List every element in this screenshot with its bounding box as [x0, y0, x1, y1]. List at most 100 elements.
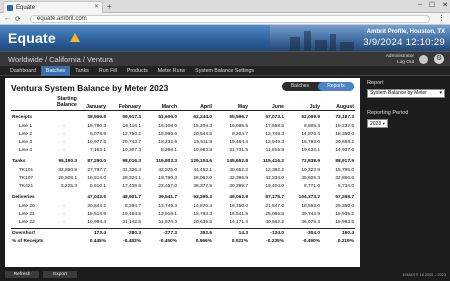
table-row[interactable]: Line 4 - 7,163.1 10,307.3 8,268.1 10,983.8 21,… [5, 148, 360, 157]
table-cell: 15,204.3 [193, 124, 212, 129]
table-cell: 14.3 [238, 231, 248, 236]
user-avatar-icon[interactable] [419, 55, 428, 64]
table-cell: 19,464.5 [122, 212, 141, 217]
row-label: Line 2 [19, 132, 33, 137]
browser-tab-title: Equate [16, 4, 36, 11]
maximize-icon[interactable]: ☐ [429, 1, 435, 9]
table-cell: 11,815.9 [265, 148, 284, 153]
total-divider [11, 228, 355, 229]
toggle-reports[interactable]: Reports [318, 82, 354, 91]
row-label: Line 1 [19, 124, 33, 129]
close-window-icon[interactable]: ✕ [442, 1, 448, 9]
table-cell: 40,562.2 [265, 220, 284, 225]
table-cell: 12,382.2 [265, 168, 284, 173]
table-cell: -277.3 [163, 231, 177, 236]
logout-link[interactable]: Log Out [386, 60, 414, 66]
table-cell: - [63, 220, 65, 225]
table-cell: 38,569.8 [87, 115, 106, 120]
row-label: Line 4 [19, 148, 33, 153]
table-cell: 26,508.1 [58, 176, 77, 181]
row-label: TK421 [19, 184, 34, 189]
browser-titlebar: Equate ✕ + – ☐ ✕ [0, 0, 450, 13]
app-logo[interactable]: Equate [8, 30, 80, 46]
period-select[interactable]: 2023 ▾ [367, 119, 388, 128]
table-cell: 23,457.0 [158, 184, 177, 189]
table-cell: 16,116.1 [122, 124, 141, 129]
table-cell: 15,790.3 [87, 124, 106, 129]
tab-run-fill[interactable]: Run Fill [94, 66, 122, 76]
table-row[interactable]: Tanks 95,190.3 87,290.0 98,016.3 119,803.3 12… [5, 159, 360, 168]
table-cell: 49,652.2 [229, 168, 248, 173]
table-cell: 13,749.3 [265, 132, 284, 137]
toggle-batches[interactable]: Batches [282, 82, 318, 91]
table-cell: 88,917.9 [335, 159, 354, 164]
table-cell: 25,350.0 [335, 204, 354, 209]
table-cell: - [63, 204, 65, 209]
row-label: Overshort [12, 231, 35, 236]
tab-tanks[interactable]: Tanks [70, 66, 94, 76]
table-cell: 10,977.5 [87, 140, 106, 145]
report-select[interactable]: System Balance by Meter ▾ [367, 89, 445, 98]
back-icon[interactable]: ← [4, 15, 11, 22]
row-label: TK107 [19, 176, 34, 181]
table-cell: 32,850.9 [58, 168, 77, 173]
gear-icon[interactable]: ⚙ [434, 54, 444, 64]
row-label: Line 21 [19, 212, 35, 217]
table-cell: 62,099.9 [301, 115, 320, 120]
table-cell: 0.566% [195, 239, 212, 244]
table-cell: 42,334.0 [265, 176, 284, 181]
table-cell: 20,544.6 [193, 132, 212, 137]
minimize-icon[interactable]: – [418, 1, 422, 9]
table-cell: 28,324.1 [122, 176, 141, 181]
header-divider [11, 110, 355, 111]
row-label: Receipts [12, 115, 32, 120]
table-cell: 20,743.7 [122, 140, 141, 145]
table-cell: 5,610.1 [89, 184, 106, 189]
table-cell: 115,416.2 [262, 159, 284, 164]
breadcrumb[interactable]: Worldwide / California / Ventura [8, 55, 113, 64]
browser-menu-icon[interactable]: ⋮ [438, 14, 445, 22]
table-cell: 14,171.3 [229, 220, 248, 225]
footer-copyright: EMADI ® 18 2005 – 2023 [402, 273, 446, 277]
table-row[interactable]: Deliveries 47,043.5 48,901.7 39,541.7 53,295… [5, 195, 360, 204]
table-cell: 13,749.3 [158, 204, 177, 209]
tab-batches[interactable]: Batches [40, 66, 71, 76]
tab-system-balance-settings[interactable]: System Balance Settings [190, 66, 259, 76]
table-row[interactable]: TK421 6,225.3 5,610.1 17,439.6 23,457.0 36,37… [5, 184, 360, 193]
refresh-button[interactable]: Refresh [5, 271, 39, 278]
user-info: Administrator Log Out [386, 54, 414, 65]
address-bar: ← ⟳ equate.ambrit.com ⋮ [0, 13, 450, 25]
period-label: Reporting Period [367, 110, 409, 116]
table-cell: 39,541.7 [158, 195, 177, 200]
new-tab-button[interactable]: + [107, 2, 112, 11]
table-cell: 18,232.6 [158, 140, 177, 145]
table-cell: 30,399.7 [229, 184, 248, 189]
table-cell: 119,803.3 [155, 159, 177, 164]
table-cell: - [63, 140, 65, 145]
table-cell: 62,244.0 [193, 115, 212, 120]
table-cell: 15,795.0 [335, 168, 354, 173]
tab-products[interactable]: Products [122, 66, 153, 76]
table-cell: 57,073.1 [265, 115, 284, 120]
tab-dashboard[interactable]: Dashboard [5, 66, 41, 76]
table-cell: - [63, 124, 65, 129]
export-button[interactable]: Export [43, 271, 77, 278]
table-cell: 18,350.0 [229, 204, 248, 209]
table-row[interactable]: % of Receipts 0.445% -0.483% -0.450% 0.566% 0… [5, 239, 360, 248]
table-cell: 10,983.8 [193, 148, 212, 153]
table-cell: 21,547.0 [265, 204, 284, 209]
table-cell: 73,187.3 [335, 115, 354, 120]
url-field[interactable]: equate.ambrit.com [30, 15, 430, 23]
tab-meter-runs[interactable]: Meter Runs [153, 66, 190, 76]
table-cell: 18,350.0 [335, 132, 354, 137]
table-cell: 104,373.2 [298, 195, 320, 200]
close-tab-icon[interactable]: ✕ [94, 3, 99, 10]
chevron-down-icon: ▾ [439, 90, 442, 96]
reload-icon[interactable]: ⟳ [15, 15, 21, 23]
table-row[interactable]: Receipts 38,569.8 59,917.3 61,606.0 62,244.0… [5, 115, 360, 124]
table-cell: 20,658.2 [335, 140, 354, 145]
table-cell: 42,396.9 [229, 176, 248, 181]
browser-tab[interactable]: Equate ✕ [3, 1, 103, 13]
report-title: Ventura System Balance by Meter 2023 [11, 83, 169, 93]
table-cell: 10,307.3 [122, 148, 141, 153]
